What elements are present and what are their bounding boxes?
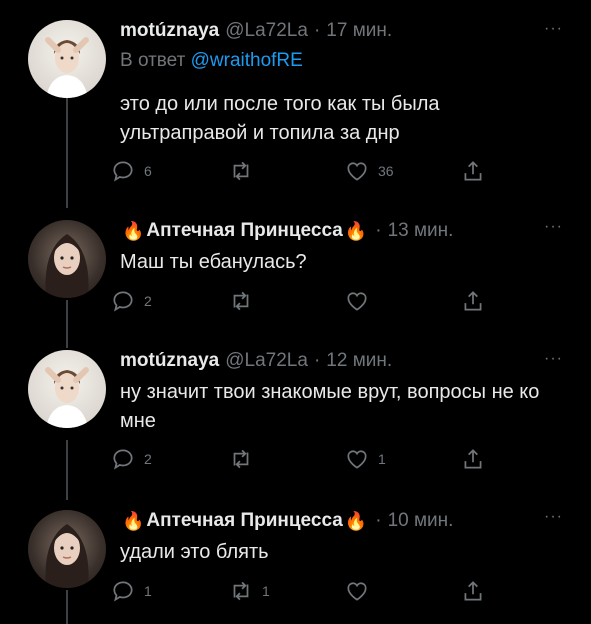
retweet-icon	[233, 581, 249, 601]
more-icon[interactable]: ···	[544, 20, 563, 38]
tweet-text: Маш ты ебанулась?	[120, 251, 307, 273]
timestamp[interactable]: 10 мин.	[388, 510, 454, 532]
reply-button[interactable]: 1	[110, 576, 152, 606]
reply-count: 2	[144, 293, 152, 309]
retweet-icon	[233, 161, 249, 181]
share-icon	[464, 449, 482, 469]
like-count: 36	[378, 163, 394, 179]
tweet[interactable]: 🔥 Аптечная Принцесса 🔥 · 13 мин. ··· Маш…	[0, 216, 591, 326]
reply-button[interactable]: 2	[110, 286, 152, 316]
reply-count: 6	[144, 163, 152, 179]
tweet-header: 🔥 Аптечная Принцесса 🔥 · 13 мин.	[120, 218, 453, 244]
tweet-text: это до или после того как ты была ультра…	[120, 93, 440, 144]
like-button[interactable]: 36	[344, 156, 394, 186]
retweet-button[interactable]	[228, 156, 262, 186]
tweet-actions: 6 36	[110, 156, 530, 186]
more-icon[interactable]: ···	[544, 350, 563, 368]
timestamp[interactable]: 17 мин.	[326, 20, 392, 42]
retweet-count: 1	[262, 583, 270, 599]
author-name[interactable]: motúznaya	[120, 20, 219, 42]
share-icon	[464, 161, 482, 181]
avatar-image	[45, 367, 89, 428]
share-button[interactable]	[460, 444, 486, 474]
reply-context: В ответ @wraithofRE	[120, 50, 303, 72]
fire-icon: 🔥	[344, 510, 368, 531]
reply-count: 2	[144, 451, 152, 467]
like-count: 1	[378, 451, 386, 467]
reply-handle-link[interactable]: @wraithofRE	[191, 50, 303, 71]
author-handle[interactable]: @La72La	[225, 20, 308, 42]
reply-button[interactable]: 6	[110, 156, 152, 186]
heart-icon	[347, 292, 367, 311]
reply-icon	[113, 449, 133, 470]
share-button[interactable]	[460, 156, 486, 186]
heart-icon	[347, 450, 367, 469]
separator-dot: ·	[375, 220, 382, 241]
author-handle[interactable]: @La72La	[225, 350, 308, 372]
tweet[interactable]: 🔥 Аптечная Принцесса 🔥 · 10 мин. ··· уда…	[0, 506, 591, 624]
share-icon	[464, 581, 482, 601]
share-icon	[464, 291, 482, 311]
like-button[interactable]	[344, 286, 378, 316]
reply-icon	[113, 161, 133, 182]
reply-icon	[113, 581, 133, 602]
retweet-button[interactable]	[228, 286, 262, 316]
separator-dot: ·	[375, 510, 382, 531]
tweet-header: motúznaya @La72La · 17 мин.	[120, 18, 392, 44]
tweet-actions: 1 1	[110, 576, 530, 606]
reply-button[interactable]: 2	[110, 444, 152, 474]
tweet[interactable]: motúznaya @La72La · 17 мин. ··· В ответ …	[0, 18, 591, 198]
fire-icon: 🔥	[122, 510, 145, 531]
avatar[interactable]	[28, 220, 106, 298]
separator-dot: ·	[313, 20, 321, 41]
reply-prefix: В ответ	[120, 50, 186, 71]
timestamp[interactable]: 13 мин.	[388, 220, 454, 242]
avatar[interactable]	[28, 350, 106, 428]
tweet-text: ну значит твои знакомые врут, вопросы не…	[120, 381, 540, 432]
avatar[interactable]	[28, 510, 106, 588]
retweet-button[interactable]: 1	[228, 576, 270, 606]
like-button[interactable]	[344, 576, 378, 606]
tweet-text: удали это блять	[120, 541, 269, 563]
retweet-icon	[233, 449, 249, 469]
more-icon[interactable]: ···	[544, 508, 563, 526]
retweet-button[interactable]	[228, 444, 262, 474]
share-button[interactable]	[460, 576, 486, 606]
avatar-image	[45, 234, 89, 298]
more-icon[interactable]: ···	[544, 218, 563, 236]
reply-icon	[113, 291, 133, 312]
tweet-header: 🔥 Аптечная Принцесса 🔥 · 10 мин.	[120, 508, 453, 534]
avatar[interactable]	[28, 20, 106, 98]
author-name[interactable]: Аптечная Принцесса	[146, 220, 342, 242]
tweet-actions: 2 1	[110, 444, 530, 474]
share-button[interactable]	[460, 286, 486, 316]
heart-icon	[347, 582, 367, 601]
separator-dot: ·	[313, 350, 321, 371]
author-name[interactable]: motúznaya	[120, 350, 219, 372]
author-name[interactable]: Аптечная Принцесса	[146, 510, 342, 532]
tweet-actions: 2	[110, 286, 530, 316]
tweet-header: motúznaya @La72La · 12 мин.	[120, 348, 392, 374]
reply-count: 1	[144, 583, 152, 599]
avatar-image	[45, 37, 89, 98]
timestamp[interactable]: 12 мин.	[326, 350, 392, 372]
like-button[interactable]: 1	[344, 444, 386, 474]
tweet[interactable]: motúznaya @La72La · 12 мин. ··· ну значи…	[0, 348, 591, 478]
avatar-image	[45, 524, 89, 588]
fire-icon: 🔥	[122, 220, 145, 241]
heart-icon	[347, 162, 367, 181]
retweet-icon	[233, 291, 249, 311]
fire-icon: 🔥	[344, 220, 368, 241]
